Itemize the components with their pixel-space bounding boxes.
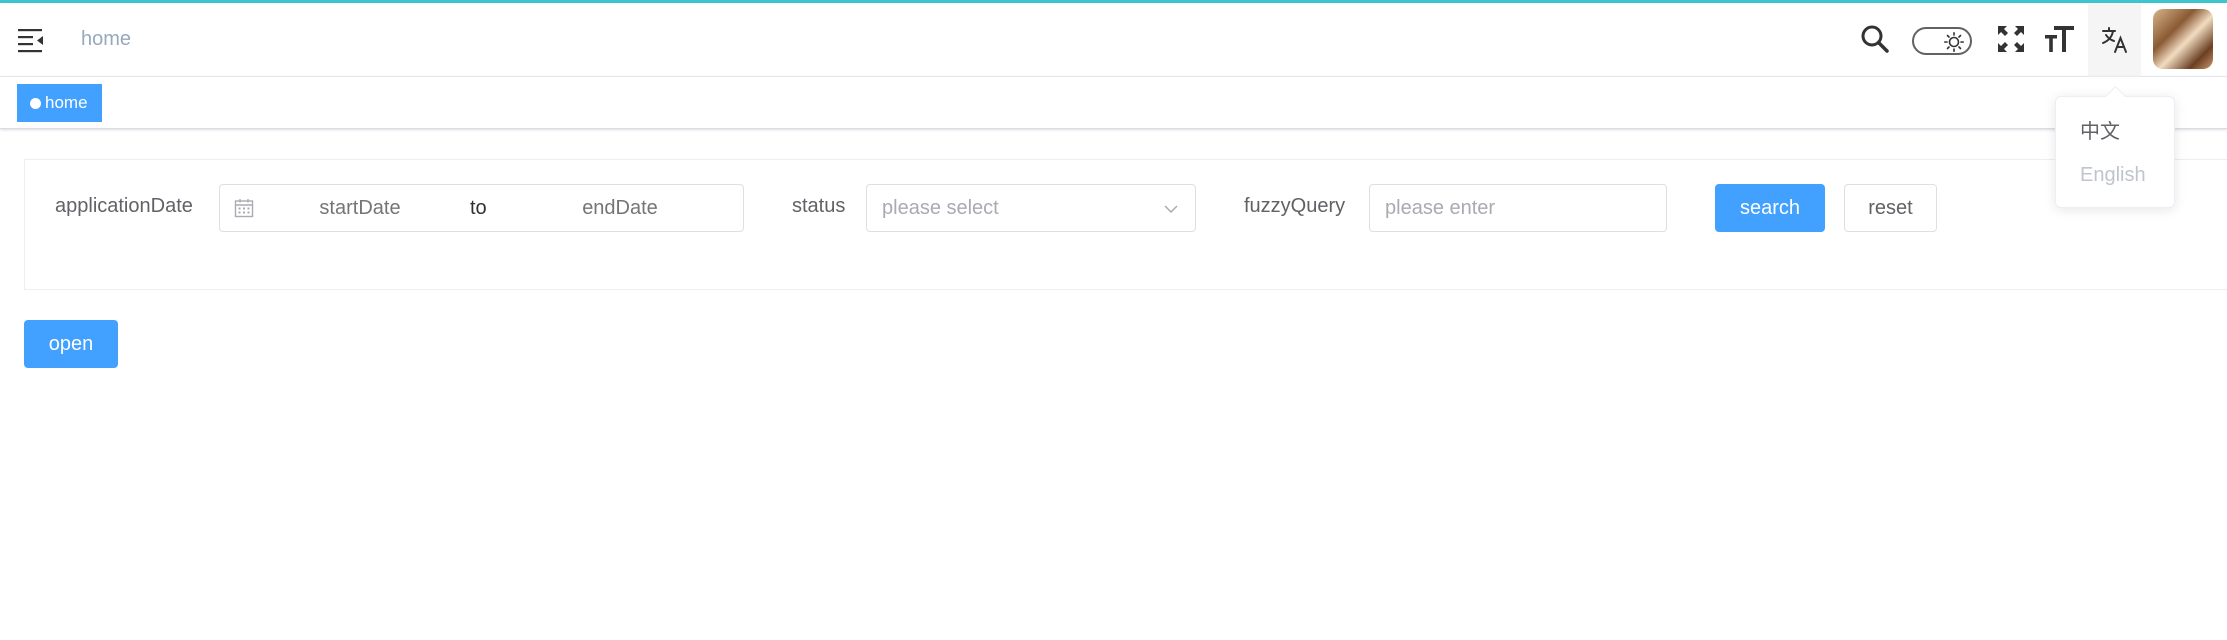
end-date-input[interactable] [535, 185, 705, 231]
hamburger-icon[interactable] [18, 27, 46, 53]
reset-button[interactable]: reset [1844, 184, 1937, 232]
fuzzy-query-label: fuzzyQuery [1244, 195, 1346, 217]
status-select[interactable]: please select [866, 184, 1196, 232]
open-button[interactable]: open [24, 320, 118, 368]
active-dot [30, 97, 41, 109]
text-size-icon[interactable] [2040, 19, 2080, 59]
sun-icon [1944, 32, 1964, 52]
theme-toggle[interactable] [1912, 27, 1972, 55]
search-icon[interactable] [1855, 19, 1895, 59]
translate-icon[interactable] [2088, 3, 2141, 77]
language-dropdown: 中文 English [2055, 96, 2175, 208]
fuzzy-query-input[interactable] [1369, 184, 1667, 232]
application-date-label: applicationDate [55, 195, 193, 217]
calendar-icon [234, 199, 254, 218]
status-label: status [792, 195, 846, 217]
breadcrumb: home [81, 28, 131, 51]
navbar: home [0, 3, 2227, 77]
breadcrumb-item-home: home [81, 28, 132, 50]
date-range-separator: to [470, 197, 487, 219]
tag-home[interactable]: home [17, 84, 102, 122]
fullscreen-icon[interactable] [1991, 19, 2031, 59]
language-option-zh[interactable]: 中文 [2080, 115, 2120, 144]
language-option-en[interactable]: English [2080, 164, 2146, 187]
search-button[interactable]: search [1715, 184, 1825, 232]
avatar[interactable] [2153, 9, 2213, 69]
date-range-picker[interactable]: to [219, 184, 744, 232]
chevron-down-icon [1164, 205, 1178, 214]
tag-label: home [45, 93, 88, 112]
tags-view: home [0, 77, 2227, 129]
filter-form: applicationDate to status please select … [24, 159, 2227, 290]
status-select-placeholder: please select [882, 197, 999, 219]
start-date-input[interactable] [280, 185, 440, 231]
